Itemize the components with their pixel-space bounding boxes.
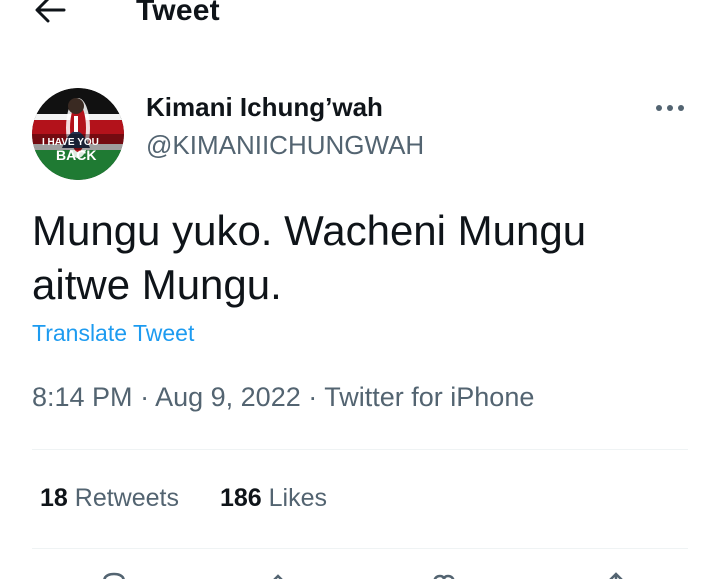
- tweet-date[interactable]: Aug 9, 2022: [155, 382, 301, 412]
- tweet-detail-page: Tweet I HAVE YOU BACK Kimani Ichung’wah …: [0, 0, 720, 579]
- reply-button[interactable]: [100, 570, 128, 579]
- more-options-button[interactable]: [650, 94, 690, 122]
- arrow-left-icon: [35, 0, 66, 23]
- avatar-image: I HAVE YOU BACK: [32, 88, 124, 180]
- tweet-actions: [0, 570, 720, 579]
- share-icon: [609, 572, 623, 579]
- back-button[interactable]: [30, 0, 70, 28]
- author-handle[interactable]: @KIMANIICHUNGWAH: [146, 130, 424, 161]
- reply-icon: [103, 572, 125, 579]
- divider: [32, 548, 688, 549]
- share-button[interactable]: [602, 570, 630, 579]
- tweet-meta: 8:14 PM · Aug 9, 2022 · Twitter for iPho…: [32, 382, 534, 413]
- tweet-text: Mungu yuko. Wacheni Mungu aitwe Mungu.: [32, 207, 587, 308]
- avatar-banner-text-2: BACK: [56, 147, 96, 163]
- tweet-stats: 18 Retweets 186 Likes: [40, 484, 361, 513]
- page-title: Tweet: [136, 0, 220, 27]
- like-button[interactable]: [430, 570, 458, 579]
- translate-tweet-link[interactable]: Translate Tweet: [32, 320, 194, 347]
- avatar[interactable]: I HAVE YOU BACK: [32, 88, 124, 180]
- retweets-label: Retweets: [74, 484, 179, 512]
- retweets-stat[interactable]: 18 Retweets: [40, 484, 179, 513]
- meta-separator: ·: [308, 382, 318, 412]
- likes-label: Likes: [268, 484, 327, 512]
- tweet-time[interactable]: 8:14 PM: [32, 382, 133, 412]
- retweet-button[interactable]: [270, 570, 298, 579]
- retweet-icon: [273, 574, 283, 579]
- likes-stat[interactable]: 186 Likes: [220, 484, 327, 513]
- divider: [32, 449, 688, 450]
- more-horizontal-icon: [656, 105, 684, 111]
- meta-separator: ·: [140, 382, 150, 412]
- tweet-source[interactable]: Twitter for iPhone: [324, 382, 534, 412]
- heart-icon: [433, 574, 455, 579]
- top-bar: Tweet: [0, 0, 720, 40]
- retweets-count: 18: [40, 484, 68, 512]
- likes-count: 186: [219, 484, 262, 512]
- author-display-name[interactable]: Kimani Ichung’wah: [146, 92, 383, 123]
